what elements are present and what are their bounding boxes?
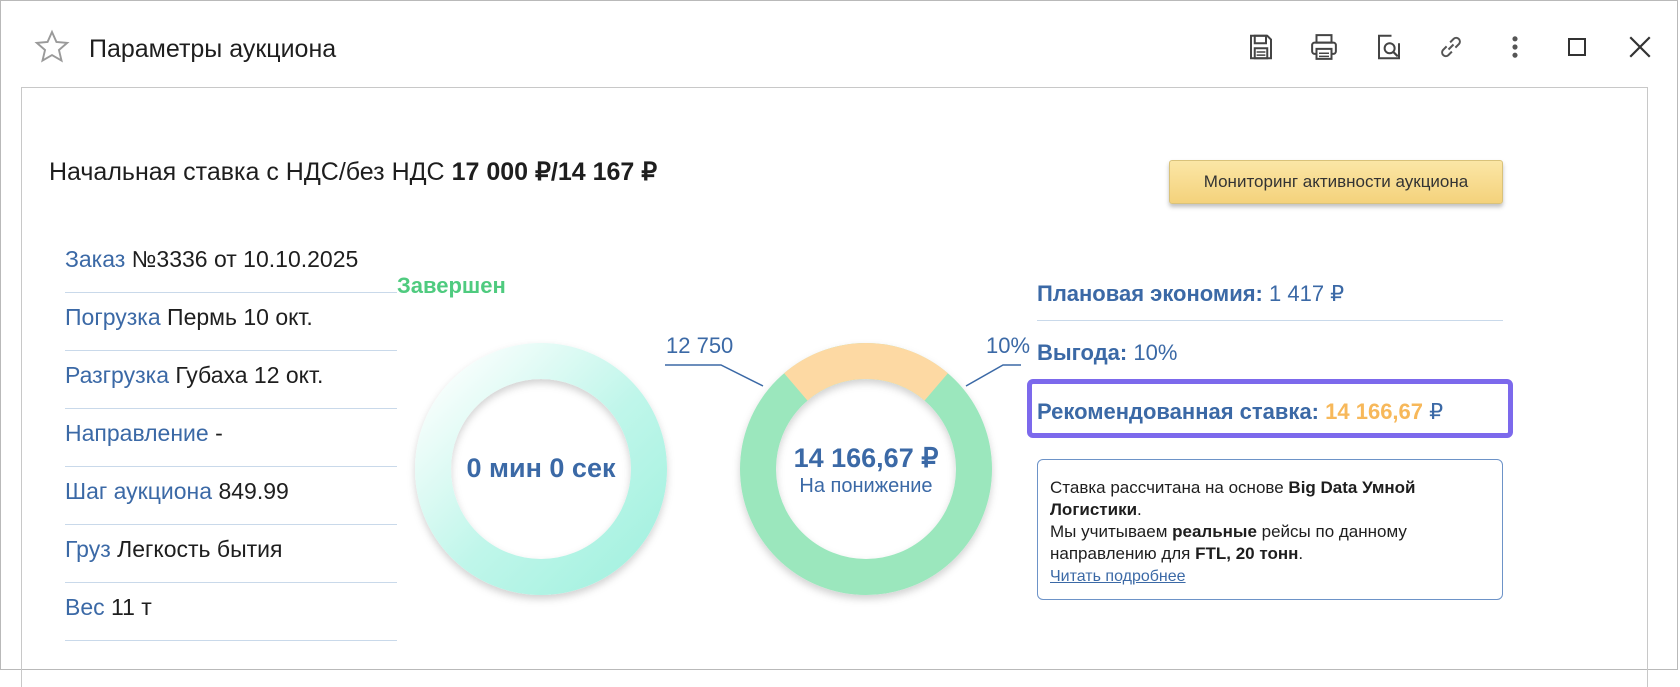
close-icon[interactable] — [1622, 29, 1658, 65]
current-bid-caption: На понижение — [799, 475, 933, 497]
recommended-label: Рекомендованная ставка: — [1037, 399, 1320, 424]
big-data-info-box: Ставка рассчитана на основе Big Data Умн… — [1037, 459, 1503, 600]
title-bar: Параметры аукциона — [1, 1, 1677, 89]
read-more-link[interactable]: Читать подробнее — [1050, 568, 1186, 585]
benefit-row: Выгода: 10% — [1037, 340, 1177, 366]
info-label: Направление — [65, 420, 209, 446]
start-bid-label: Начальная ставка с НДС/без НДС — [49, 158, 452, 186]
plan-saving-label: Плановая экономия: — [1037, 281, 1263, 306]
save-icon[interactable] — [1243, 29, 1279, 65]
divider — [1037, 320, 1503, 321]
auction-params-window: Параметры аукциона Начальная ставка с НД… — [0, 0, 1678, 687]
more-icon[interactable] — [1497, 29, 1533, 65]
left-leader-line — [665, 364, 764, 387]
info-value: Губаха 12 окт. — [168, 362, 324, 388]
order-info-list: Заказ №3336 от 10.10.2025 Погрузка Пермь… — [65, 235, 397, 641]
timer-text: 0 мин 0 сек — [466, 453, 616, 483]
info-value: Легкость бытия — [110, 536, 283, 562]
bid-ring-orange-segment — [784, 342, 948, 401]
info-row-auction-step: Шаг аукциона 849.99 — [65, 467, 397, 525]
info-label: Вес — [65, 594, 105, 620]
status-label: Завершен — [397, 273, 506, 298]
info-label: Разгрузка — [65, 362, 169, 388]
recommended-value: 14 166,67 — [1325, 399, 1424, 424]
window-title: Параметры аукциона — [89, 35, 337, 63]
print-icon[interactable] — [1306, 29, 1342, 65]
info-text: Ставка рассчитана на основе — [1050, 478, 1289, 497]
info-value: 11 т — [104, 594, 152, 620]
ring-left-label: 12 750 — [666, 333, 734, 358]
info-label: Шаг аукциона — [65, 478, 213, 504]
info-row-weight: Вес 11 т — [65, 583, 397, 641]
info-row-loading: Погрузка Пермь 10 окт. — [65, 293, 397, 351]
info-label: Заказ — [65, 246, 126, 272]
info-label: Груз — [65, 536, 111, 562]
link-icon[interactable] — [1433, 29, 1469, 65]
info-label: Погрузка — [65, 304, 161, 330]
info-row-order: Заказ №3336 от 10.10.2025 — [65, 235, 397, 293]
right-leader-line — [965, 364, 1021, 387]
recommended-currency: ₽ — [1423, 399, 1444, 424]
current-bid-value: 14 166,67 ₽ — [793, 443, 939, 473]
start-bid-value: 17 000 ₽/14 167 ₽ — [451, 158, 658, 186]
info-text: Мы учитываем — [1050, 522, 1173, 541]
maximize-icon[interactable] — [1559, 29, 1595, 65]
ring-right-label: 10% — [986, 333, 1031, 358]
info-value: Пермь 10 окт. — [160, 304, 313, 330]
plan-saving-value: 1 417 ₽ — [1262, 281, 1345, 306]
favorite-star-icon[interactable] — [33, 28, 71, 66]
benefit-value: 10% — [1127, 340, 1178, 365]
monitor-activity-button[interactable]: Мониторинг активности аукциона — [1169, 160, 1503, 204]
preview-icon[interactable] — [1371, 29, 1407, 65]
benefit-label: Выгода: — [1037, 340, 1128, 365]
info-row-cargo: Груз Легкость бытия — [65, 525, 397, 583]
start-bid: Начальная ставка с НДС/без НДС 17 000 ₽/… — [49, 157, 657, 187]
info-bold: FTL, 20 тонн — [1195, 544, 1299, 563]
info-row-unloading: Разгрузка Губаха 12 окт. — [65, 351, 397, 409]
info-bold: реальные — [1172, 522, 1257, 541]
info-text: . — [1137, 500, 1142, 519]
info-value: 849.99 — [212, 478, 289, 504]
info-text: . — [1298, 544, 1304, 563]
plan-saving-row: Плановая экономия: 1 417 ₽ — [1037, 281, 1344, 307]
info-row-direction: Направление - — [65, 409, 397, 467]
info-value: №3336 от 10.10.2025 — [125, 246, 359, 272]
recommended-row: Рекомендованная ставка: 14 166,67 ₽ — [1037, 399, 1443, 425]
info-value: - — [208, 420, 223, 446]
